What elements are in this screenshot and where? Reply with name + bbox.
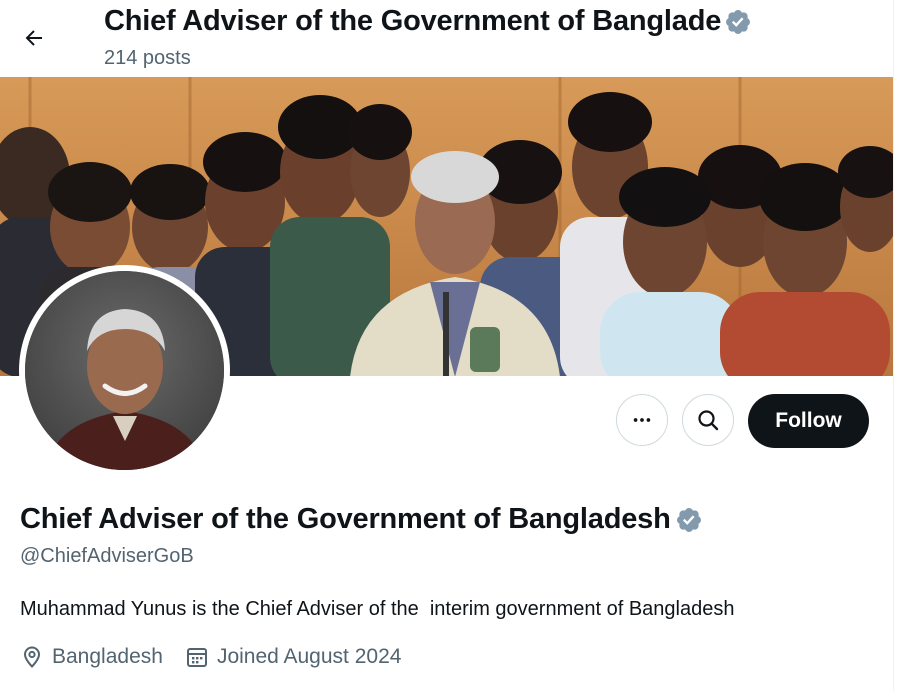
post-count: 214 posts (104, 47, 191, 69)
calendar-icon (186, 648, 207, 667)
follow-button[interactable]: Follow (748, 394, 869, 448)
ellipsis-icon (633, 418, 651, 422)
verified-badge-icon[interactable] (675, 506, 703, 534)
profile-avatar[interactable] (19, 265, 230, 476)
back-button[interactable] (14, 18, 54, 58)
arrow-left-icon (25, 30, 42, 46)
profile-meta: Bangladesh Joined August 2024 (20, 645, 423, 669)
avatar-photo (25, 271, 224, 470)
column-divider (893, 0, 894, 691)
joined-text: Joined August 2024 (216, 645, 402, 668)
search-icon (698, 410, 719, 431)
joined-item: Joined August 2024 (185, 645, 402, 669)
location-pin-icon (23, 646, 41, 668)
header-title: Chief Adviser of the Government of Bangl… (104, 5, 752, 38)
profile-name-text: Chief Adviser of the Government of Bangl… (20, 503, 671, 535)
header-title-text: Chief Adviser of the Government of Bangl… (104, 5, 722, 37)
verified-badge-icon (726, 9, 751, 34)
profile-bio: Muhammad Yunus is the Chief Adviser of t… (20, 598, 735, 620)
profile-name: Chief Adviser of the Government of Bangl… (20, 503, 703, 536)
search-profile-button[interactable] (682, 394, 734, 446)
more-options-button[interactable] (616, 394, 668, 446)
location-item: Bangladesh (20, 645, 163, 669)
location-text: Bangladesh (52, 645, 163, 668)
profile-handle: @ChiefAdviserGoB (20, 545, 194, 567)
